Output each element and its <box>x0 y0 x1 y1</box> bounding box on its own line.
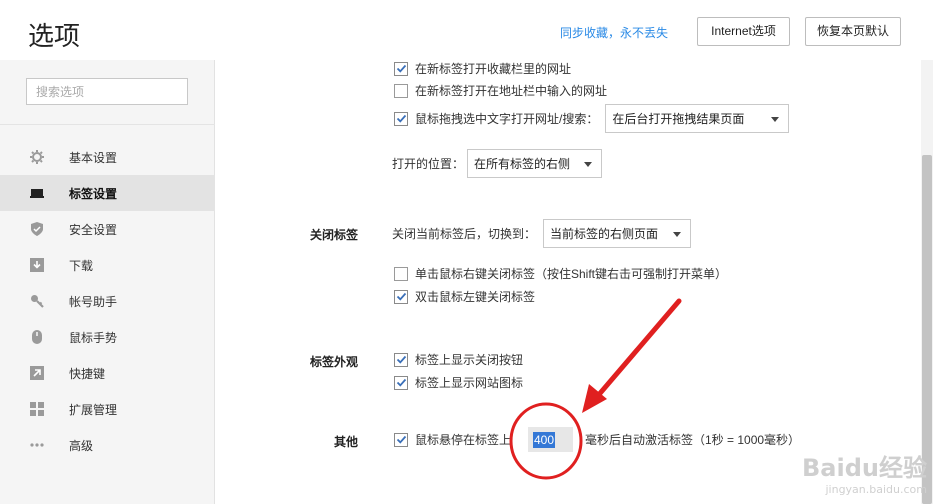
internet-options-button[interactable]: Internet选项 <box>697 17 790 46</box>
open-option-row: 在新标签打开在地址栏中输入的网址 <box>394 82 607 99</box>
hover-activate-row: 鼠标悬停在标签上 <box>394 431 511 448</box>
watermark-url: jingyan.baidu.com <box>825 483 927 496</box>
select-value: 当前标签的右侧页面 <box>550 227 659 241</box>
hover-delay-value: 400 <box>533 431 556 448</box>
sidebar-item-shortcuts[interactable]: 快捷键 <box>0 355 215 391</box>
drag-result-select[interactable]: 在后台打开拖拽结果页面 <box>605 104 790 133</box>
sidebar-item-advanced[interactable]: 高级 <box>0 427 215 463</box>
open-position-select[interactable]: 在所有标签的右侧 <box>467 149 603 178</box>
section-label-appearance: 标签外观 <box>310 355 359 369</box>
show-site-icon-checkbox[interactable] <box>394 375 408 390</box>
sidebar-item-label: 安全设置 <box>69 222 118 237</box>
sidebar-item-mouse-gesture[interactable]: 鼠标手势 <box>0 319 215 355</box>
hover-delay-input[interactable]: 400 <box>528 427 573 452</box>
open-option-row: 在新标签打开收藏栏里的网址 <box>394 60 571 77</box>
close-switch-label: 关闭当前标签后，切换到： <box>392 227 537 241</box>
checkmark-icon <box>396 355 406 364</box>
sidebar-item-label: 高级 <box>69 438 94 453</box>
option-label: 鼠标拖拽选中文字打开网址/搜索： <box>415 112 599 126</box>
sidebar-item-label: 快捷键 <box>69 366 106 381</box>
sidebar-item-label: 标签设置 <box>69 186 118 201</box>
header: 选项 同步收藏，永不丢失 Internet选项 恢复本页默认 <box>0 0 933 60</box>
key-icon <box>30 294 44 308</box>
drag-open-checkbox[interactable] <box>394 111 408 126</box>
extensions-icon <box>30 402 44 416</box>
chevron-down-icon <box>673 232 682 237</box>
sidebar-item-label: 鼠标手势 <box>69 330 118 345</box>
appearance-option-row: 标签上显示网站图标 <box>394 374 523 391</box>
position-row: 打开的位置： 在所有标签的右侧 <box>392 149 603 178</box>
chevron-down-icon <box>771 117 780 122</box>
checkmark-icon <box>396 64 406 73</box>
select-value: 在后台打开拖拽结果页面 <box>612 112 745 126</box>
checkmark-icon <box>396 378 406 387</box>
hover-activate-checkbox[interactable] <box>394 432 408 447</box>
search-input[interactable] <box>26 78 188 105</box>
gear-icon <box>30 150 44 164</box>
divider <box>0 124 215 125</box>
sidebar-item-download[interactable]: 下载 <box>0 247 215 283</box>
page-title: 选项 <box>28 22 81 52</box>
double-click-close-checkbox[interactable] <box>394 289 408 304</box>
sidebar-item-label: 基本设置 <box>69 150 118 165</box>
shortcut-icon <box>30 366 44 380</box>
restore-defaults-button[interactable]: 恢复本页默认 <box>805 17 901 46</box>
sidebar-item-account[interactable]: 帐号助手 <box>0 283 215 319</box>
section-label-close: 关闭标签 <box>310 228 359 242</box>
sidebar-nav: 基本设置 标签设置 安全设置 下载 帐号助手 鼠标手势 快捷键 扩展管理 高级 <box>0 139 215 463</box>
settings-content: 在新标签打开收藏栏里的网址 在新标签打开在地址栏中输入的网址 鼠标拖拽选中文字打… <box>216 60 921 504</box>
shield-icon <box>30 222 44 236</box>
option-label: 在新标签打开收藏栏里的网址 <box>415 62 572 76</box>
select-value: 在所有标签的右侧 <box>474 157 571 171</box>
close-option-row: 双击鼠标左键关闭标签 <box>394 288 535 305</box>
option-label: 单击鼠标右键关闭标签（按住Shift键右击可强制打开菜单） <box>415 267 728 281</box>
position-label: 打开的位置： <box>392 157 465 171</box>
sidebar-item-extensions[interactable]: 扩展管理 <box>0 391 215 427</box>
sidebar-item-basic[interactable]: 基本设置 <box>0 139 215 175</box>
option-label: 标签上显示网站图标 <box>415 376 524 390</box>
right-click-close-checkbox[interactable] <box>394 266 408 281</box>
checkmark-icon <box>396 292 406 301</box>
appearance-option-row: 标签上显示关闭按钮 <box>394 351 523 368</box>
open-address-new-tab-checkbox[interactable] <box>394 83 408 98</box>
section-label-other: 其他 <box>333 435 358 449</box>
sidebar-item-security[interactable]: 安全设置 <box>0 211 215 247</box>
hover-suffix: 毫秒后自动激活标签（1秒 = 1000毫秒） <box>585 433 801 447</box>
sidebar-item-label: 下载 <box>69 258 94 273</box>
option-label: 标签上显示关闭按钮 <box>415 353 524 367</box>
show-close-button-checkbox[interactable] <box>394 352 408 367</box>
download-icon <box>30 258 44 272</box>
close-option-row: 单击鼠标右键关闭标签（按住Shift键右击可强制打开菜单） <box>394 265 727 282</box>
sidebar-item-tabs[interactable]: 标签设置 <box>0 175 215 211</box>
sidebar-item-label: 扩展管理 <box>69 402 118 417</box>
more-icon <box>30 438 44 452</box>
sidebar: 基本设置 标签设置 安全设置 下载 帐号助手 <box>0 60 215 504</box>
close-switch-select[interactable]: 当前标签的右侧页面 <box>543 219 692 248</box>
option-label: 双击鼠标左键关闭标签 <box>415 290 536 304</box>
open-option-row: 鼠标拖拽选中文字打开网址/搜索： 在后台打开拖拽结果页面 <box>394 104 790 133</box>
hover-suffix-row: 毫秒后自动激活标签（1秒 = 1000毫秒） <box>585 431 800 448</box>
chevron-down-icon <box>584 162 593 167</box>
checkmark-icon <box>396 435 406 444</box>
watermark: Baidu经验 jingyan.baidu.com <box>802 448 927 496</box>
open-favorites-new-tab-checkbox[interactable] <box>394 61 408 76</box>
tab-icon <box>30 186 44 200</box>
watermark-brand: Baidu经验 <box>802 454 927 482</box>
hover-prefix: 鼠标悬停在标签上 <box>415 433 512 447</box>
close-switch-row: 关闭当前标签后，切换到： 当前标签的右侧页面 <box>392 219 692 248</box>
sync-link[interactable]: 同步收藏，永不丢失 <box>560 24 668 41</box>
checkmark-icon <box>396 114 406 123</box>
mouse-icon <box>30 330 44 344</box>
sidebar-item-label: 帐号助手 <box>69 294 118 309</box>
option-label: 在新标签打开在地址栏中输入的网址 <box>415 84 608 98</box>
